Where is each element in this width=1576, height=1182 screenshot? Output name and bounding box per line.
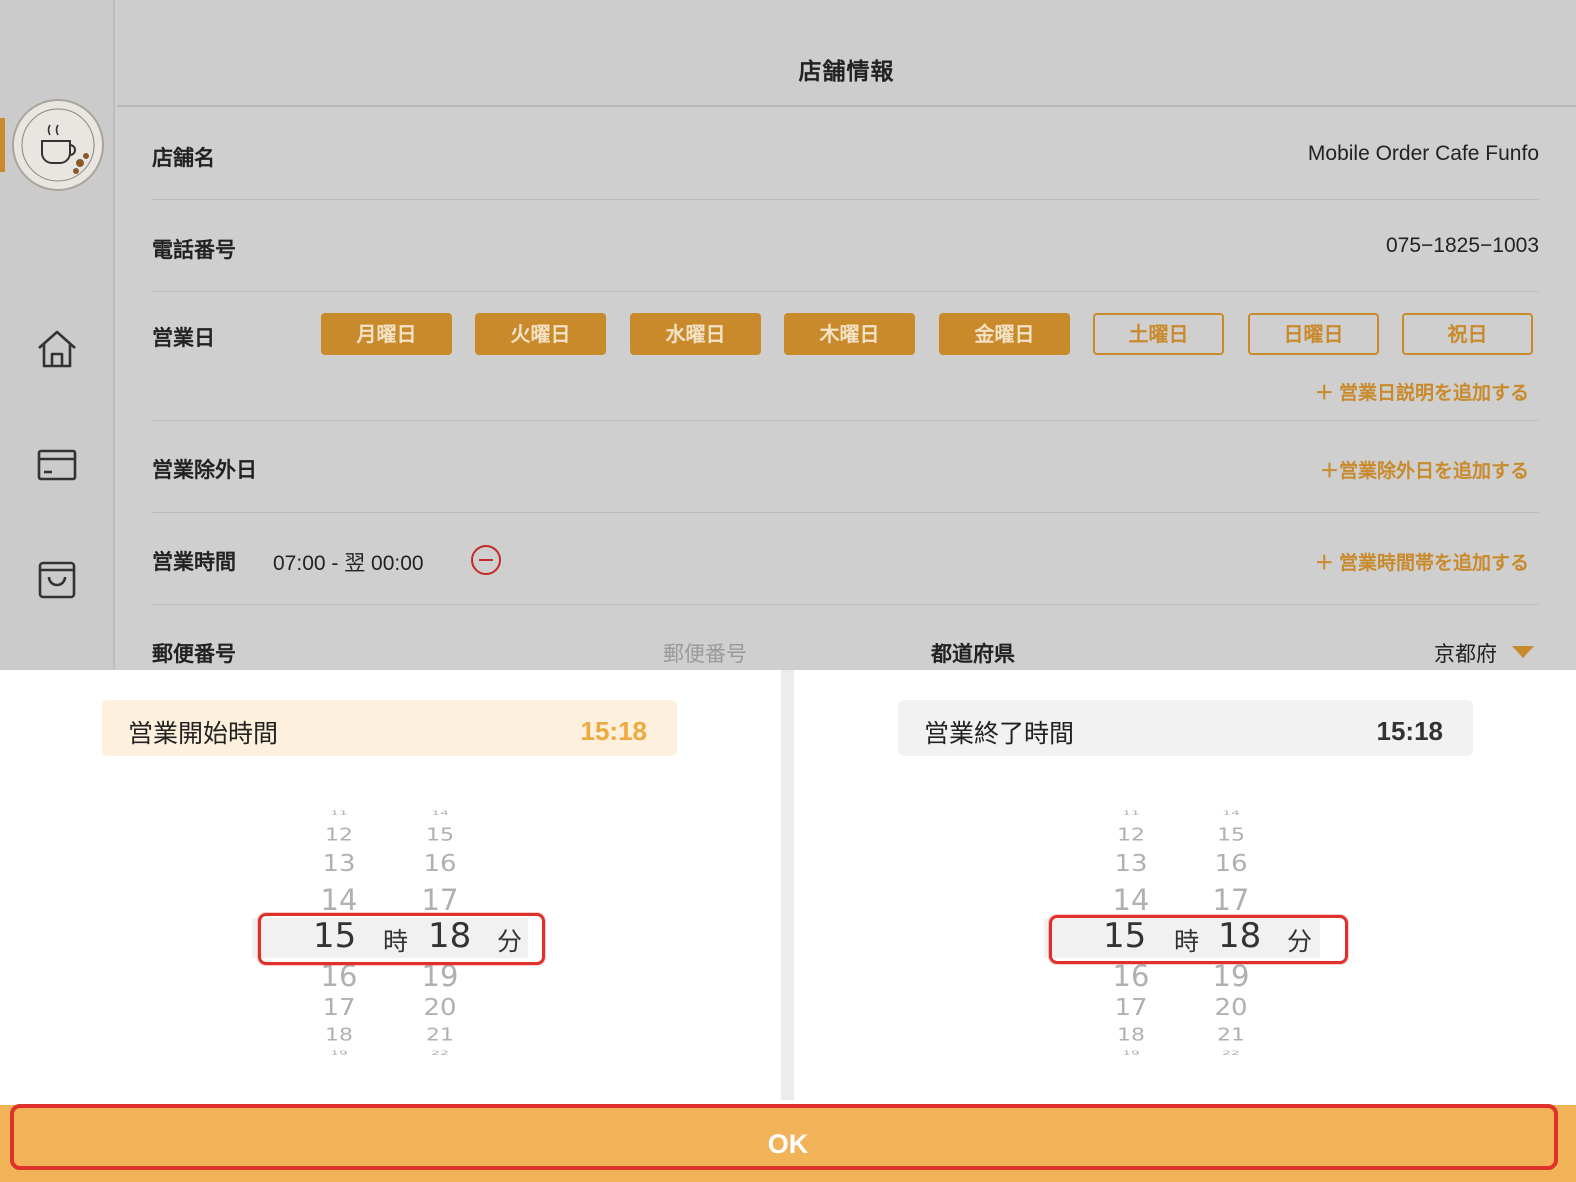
wheel-item: 13 — [322, 850, 356, 878]
wheel-item: 16 — [423, 850, 457, 878]
start-time-header[interactable]: 営業開始時間 15:18 — [102, 700, 677, 756]
day-button-tue[interactable]: 火曜日 — [475, 313, 606, 355]
page-title: 店舗情報 — [798, 58, 895, 84]
business-days-row: 営業日 ＋ 営業日説明を追加する — [152, 292, 1539, 421]
wheel-item: 12 — [325, 825, 353, 846]
wheel-item: 21 — [1217, 1025, 1245, 1046]
ok-button-highlight — [10, 1104, 1558, 1170]
business-hours-label: 営業時間 — [152, 551, 236, 574]
day-button-mon[interactable]: 月曜日 — [321, 313, 452, 355]
remove-hours-icon[interactable] — [471, 545, 501, 575]
wheel-item: 12 — [1117, 825, 1145, 846]
phone-label: 電話番号 — [152, 239, 236, 262]
day-button-thu[interactable]: 木曜日 — [784, 313, 915, 355]
end-time-value: 15:18 — [1376, 716, 1444, 746]
end-time-panel: 営業終了時間 15:18 11 12 13 14 16 17 18 19 14 … — [794, 670, 1575, 1100]
wheel-item: 20 — [423, 994, 457, 1022]
start-time-value: 15:18 — [580, 716, 648, 746]
wheel-item: 20 — [1214, 994, 1248, 1022]
wheel-item: 17 — [1212, 883, 1250, 917]
end-selection-highlight — [1049, 915, 1348, 964]
bag-icon[interactable] — [34, 557, 80, 603]
wheel-item: 19 — [1122, 1049, 1140, 1057]
postal-input[interactable]: 郵便番号 — [663, 638, 747, 668]
wheel-item: 21 — [426, 1025, 454, 1046]
wheel-item: 13 — [1114, 850, 1148, 878]
wheel-item: 16 — [1112, 959, 1150, 993]
card-icon[interactable] — [34, 443, 80, 489]
wheel-item: 22 — [1222, 1049, 1240, 1057]
day-button-sat[interactable]: 土曜日 — [1093, 313, 1224, 355]
sidebar — [0, 0, 115, 670]
header: 店舗情報 — [117, 0, 1576, 107]
prefecture-select[interactable]: 京都府 — [1434, 638, 1497, 668]
home-icon[interactable] — [34, 326, 80, 372]
sidebar-active-indicator — [0, 118, 5, 172]
postal-label: 郵便番号 — [152, 643, 236, 666]
closed-days-row: 営業除外日 ＋営業除外日を追加する — [152, 421, 1539, 513]
add-hours-link[interactable]: ＋ 営業時間帯を追加する — [1315, 548, 1529, 575]
store-name-row[interactable]: 店舗名 Mobile Order Cafe Funfo — [152, 108, 1539, 200]
phone-row[interactable]: 電話番号 075−1825−1003 — [152, 200, 1539, 292]
wheel-item: 18 — [325, 1025, 353, 1046]
wheel-item: 14 — [1222, 809, 1240, 817]
wheel-item: 17 — [421, 883, 459, 917]
cafe-logo-icon[interactable] — [12, 99, 104, 191]
wheel-item: 19 — [330, 1049, 348, 1057]
wheel-item: 19 — [1212, 959, 1250, 993]
end-time-header[interactable]: 営業終了時間 15:18 — [898, 700, 1473, 756]
wheel-item: 16 — [1214, 850, 1248, 878]
prefecture-label: 都道府県 — [931, 643, 1015, 666]
day-button-holiday[interactable]: 祝日 — [1402, 313, 1533, 355]
wheel-item: 11 — [330, 809, 348, 817]
business-days-label: 営業日 — [152, 327, 215, 350]
wheel-item: 15 — [426, 825, 454, 846]
add-closed-day-link[interactable]: ＋営業除外日を追加する — [1320, 456, 1529, 483]
business-hours-value[interactable]: 07:00 - 翌 00:00 — [273, 547, 424, 577]
wheel-item: 14 — [431, 809, 449, 817]
chevron-down-icon[interactable] — [1512, 646, 1534, 658]
wheel-item: 17 — [322, 994, 356, 1022]
wheel-item: 11 — [1122, 809, 1140, 817]
start-time-panel: 営業開始時間 15:18 11 12 13 14 16 17 18 19 14 … — [0, 670, 781, 1100]
store-info-screen: 店舗情報 店舗名 Mobile Order Cafe Funfo 電話番号 07… — [0, 0, 1576, 670]
start-time-label: 営業開始時間 — [128, 720, 279, 748]
wheel-item: 14 — [320, 883, 358, 917]
wheel-item: 18 — [1117, 1025, 1145, 1046]
panel-divider — [781, 670, 794, 1100]
day-button-sun[interactable]: 日曜日 — [1248, 313, 1379, 355]
store-name-label: 店舗名 — [152, 147, 215, 170]
start-selection-highlight — [258, 913, 545, 965]
wheel-item: 17 — [1114, 994, 1148, 1022]
wheel-item: 15 — [1217, 825, 1245, 846]
end-time-label: 営業終了時間 — [924, 720, 1075, 748]
store-name-value: Mobile Order Cafe Funfo — [1307, 142, 1539, 165]
wheel-item: 14 — [1112, 883, 1150, 917]
wheel-item: 22 — [431, 1049, 449, 1057]
phone-value: 075−1825−1003 — [1386, 234, 1539, 257]
day-button-wed[interactable]: 水曜日 — [630, 313, 761, 355]
closed-days-label: 営業除外日 — [152, 459, 257, 482]
add-day-note-link[interactable]: ＋ 営業日説明を追加する — [1315, 378, 1529, 405]
day-button-fri[interactable]: 金曜日 — [939, 313, 1070, 355]
